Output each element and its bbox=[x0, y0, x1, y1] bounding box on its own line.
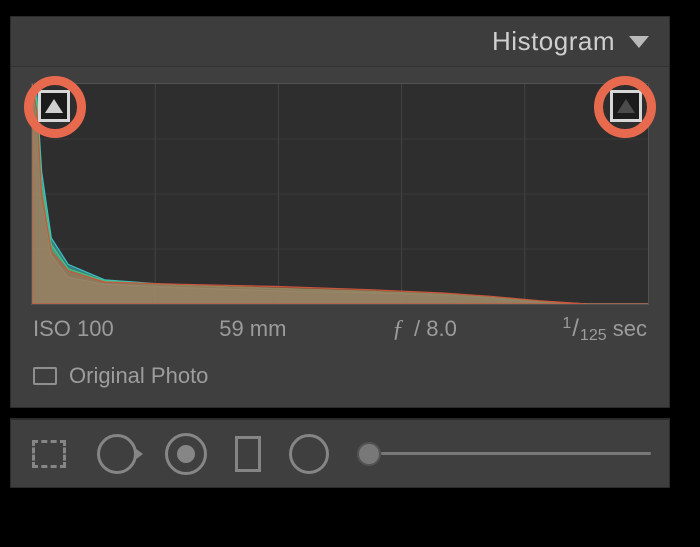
spot-removal-tool[interactable] bbox=[97, 434, 137, 474]
panel-title: Histogram bbox=[492, 26, 615, 57]
circle-arrow-icon bbox=[97, 434, 137, 474]
triangle-up-icon bbox=[45, 99, 63, 113]
redeye-tool[interactable] bbox=[165, 433, 207, 475]
original-photo-row: Original Photo bbox=[11, 345, 669, 407]
crop-tool[interactable] bbox=[29, 437, 69, 471]
graduated-filter-tool[interactable] bbox=[235, 436, 261, 472]
crop-icon bbox=[29, 437, 69, 471]
histogram-chart[interactable] bbox=[31, 83, 649, 305]
rectangle-icon bbox=[235, 436, 261, 472]
slider-track bbox=[381, 452, 651, 455]
slider-knob-icon bbox=[357, 442, 381, 466]
adjustment-brush-slider[interactable] bbox=[357, 442, 651, 466]
radial-filter-tool[interactable] bbox=[289, 434, 329, 474]
triangle-up-icon bbox=[617, 99, 635, 113]
highlight-clipping-toggle[interactable] bbox=[610, 90, 642, 122]
exif-focal-length: 59 mm bbox=[219, 316, 286, 342]
tool-strip bbox=[10, 418, 670, 488]
original-photo-label: Original Photo bbox=[69, 363, 208, 389]
exif-iso: ISO 100 bbox=[33, 316, 114, 342]
panel-header: Histogram bbox=[11, 17, 669, 67]
disclosure-triangle-icon[interactable] bbox=[629, 36, 649, 48]
exif-row: ISO 100 59 mm ƒ / 8.0 1/125 sec bbox=[11, 305, 669, 345]
exif-aperture: ƒ / 8.0 bbox=[392, 316, 457, 343]
app-root: Histogram ISO 100 59 mm ƒ / 8.0 1/125 se… bbox=[0, 0, 700, 547]
eye-icon bbox=[165, 433, 207, 475]
histogram-panel: Histogram ISO 100 59 mm ƒ / 8.0 1/125 se… bbox=[10, 16, 670, 408]
original-photo-checkbox[interactable] bbox=[33, 367, 57, 385]
f-stop-icon: ƒ bbox=[392, 316, 404, 342]
histogram-svg bbox=[32, 84, 648, 304]
exif-shutter: 1/125 sec bbox=[562, 315, 647, 345]
circle-icon bbox=[289, 434, 329, 474]
shadow-clipping-toggle[interactable] bbox=[38, 90, 70, 122]
